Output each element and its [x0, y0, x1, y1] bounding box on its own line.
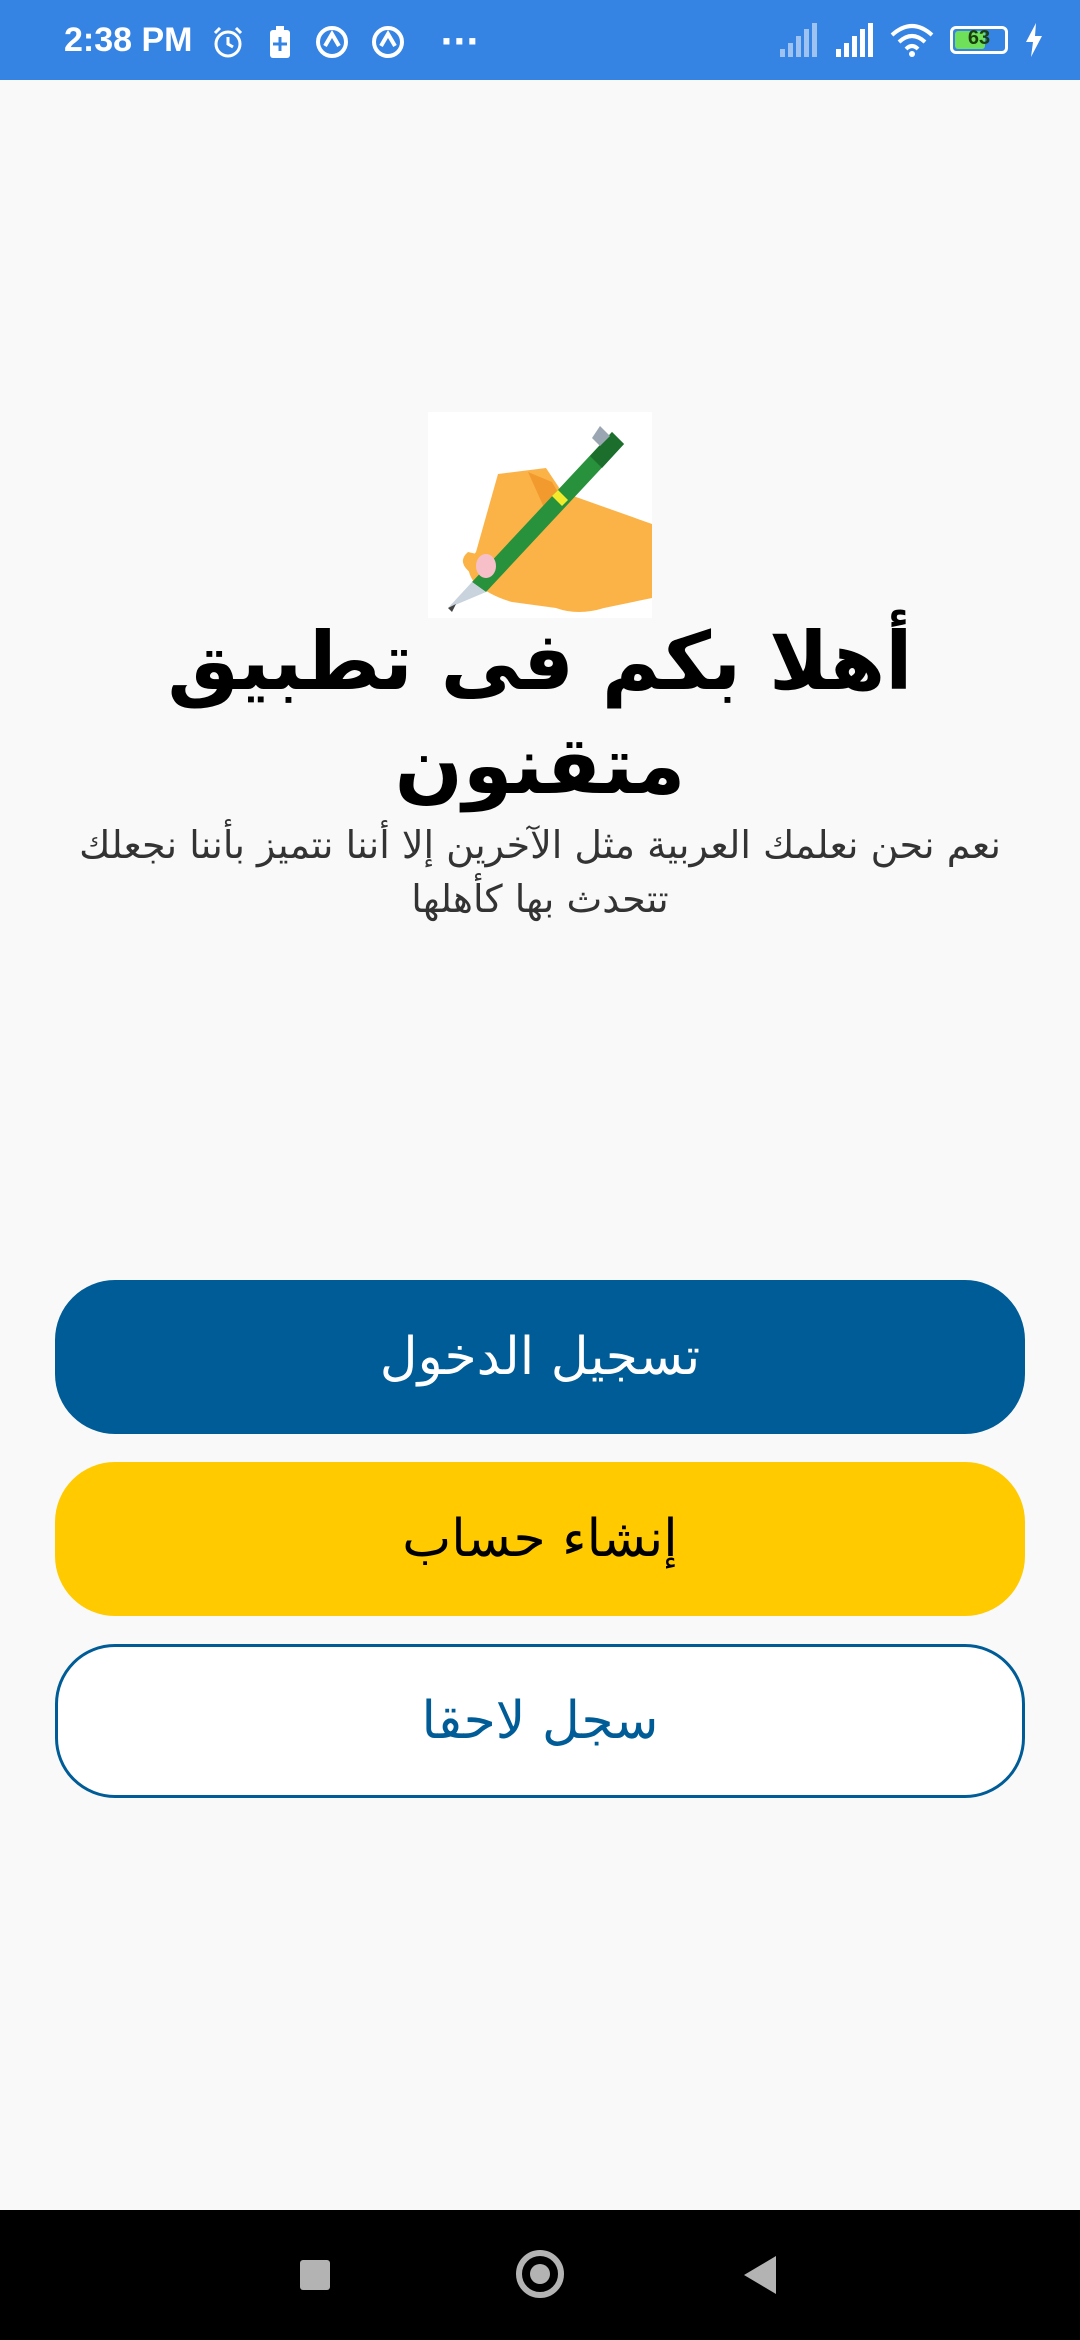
wifi-icon: [890, 24, 934, 57]
battery-icon: 63: [950, 26, 1008, 54]
login-button-label: تسجيل الدخول: [379, 1327, 701, 1387]
home-icon[interactable]: [516, 2250, 564, 2298]
home-icon-dot: [530, 2264, 550, 2284]
sync-icon: [316, 26, 348, 58]
more-dots-icon: ···: [440, 22, 479, 62]
battery-saver-icon: [270, 26, 290, 58]
back-icon[interactable]: [744, 2256, 776, 2294]
login-button[interactable]: تسجيل الدخول: [55, 1280, 1025, 1434]
status-time: 2:38 PM: [64, 21, 193, 59]
signal-icon: [780, 23, 817, 57]
alarm-icon: [213, 26, 243, 58]
battery-level: 63: [967, 27, 991, 49]
register-later-button-label: سجل لاحقا: [421, 1691, 659, 1751]
signal-icon: [836, 23, 873, 57]
status-icons-left: ···: [210, 22, 479, 62]
register-button-label: إنشاء حساب: [402, 1509, 678, 1569]
charging-icon: [1026, 23, 1042, 57]
page-title: أهلا بكم فى تطبيق متقنون: [167, 615, 913, 812]
register-later-button[interactable]: سجل لاحقا: [55, 1644, 1025, 1798]
register-button[interactable]: إنشاء حساب: [55, 1462, 1025, 1616]
page-subtitle: نعم نحن نعلمك العربية مثل الآخرين إلا أن…: [79, 823, 1001, 921]
recent-apps-icon[interactable]: [300, 2260, 330, 2290]
hand-writing-pen-icon: [428, 412, 652, 618]
status-icons-right: 63: [778, 20, 1044, 60]
status-bar: 2:38 PM ··· 63: [0, 0, 1080, 80]
sync-icon: [372, 26, 404, 58]
